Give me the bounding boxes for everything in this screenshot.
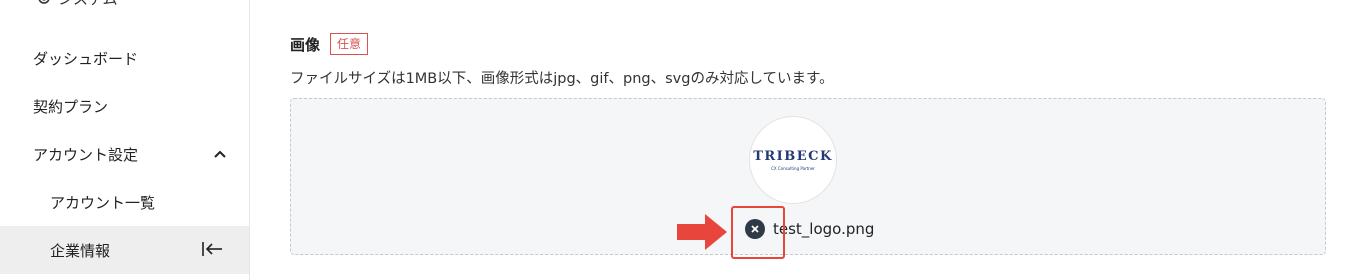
sidebar-item-label: 企業情報 <box>50 241 111 260</box>
logo-tagline: CX Consulting Partner <box>771 166 815 171</box>
sidebar-item-label: アカウント設定 <box>33 145 139 164</box>
gear-icon <box>38 0 50 4</box>
sidebar-header-label: システム <box>58 0 118 9</box>
sidebar-item-label: 契約プラン <box>33 97 109 116</box>
arrow-icon <box>677 214 727 250</box>
sidebar-item-dashboard[interactable]: ダッシュボード <box>0 34 249 82</box>
sidebar-item-label: ダッシュボード <box>33 49 139 68</box>
sidebar-item-contract-plan[interactable]: 契約プラン <box>0 82 249 130</box>
sidebar-header: システム <box>36 0 118 8</box>
sidebar-item-account-settings[interactable]: アカウント設定 <box>0 130 249 178</box>
field-title: 画像 <box>290 35 321 54</box>
field-description: ファイルサイズは1MB以下、画像形式はjpg、gif、png、svgのみ対応して… <box>290 71 834 87</box>
file-name: test_logo.png <box>773 220 875 238</box>
main-content: 画像 任意 ファイルサイズは1MB以下、画像形式はjpg、gif、png、svg… <box>250 0 1366 280</box>
logo-preview: TRIBECK CX Consulting Partner <box>749 116 837 204</box>
sidebar: システム ダッシュボード 契約プラン アカウント設定 アカウント一覧 企業情報 <box>0 0 250 280</box>
sidebar-item-account-list[interactable]: アカウント一覧 <box>0 178 249 226</box>
sidebar-item-label: アカウント一覧 <box>50 193 156 212</box>
sidebar-item-company-info[interactable]: 企業情報 <box>0 226 249 274</box>
optional-badge: 任意 <box>330 33 369 55</box>
chevron-up-icon <box>214 150 226 158</box>
image-field-header: 画像 任意 <box>290 33 369 55</box>
logo-text: TRIBECK <box>753 149 833 164</box>
highlight-box <box>731 206 785 259</box>
collapse-sidebar-icon[interactable] <box>200 239 224 259</box>
image-dropzone[interactable]: TRIBECK CX Consulting Partner test_logo.… <box>290 98 1326 255</box>
